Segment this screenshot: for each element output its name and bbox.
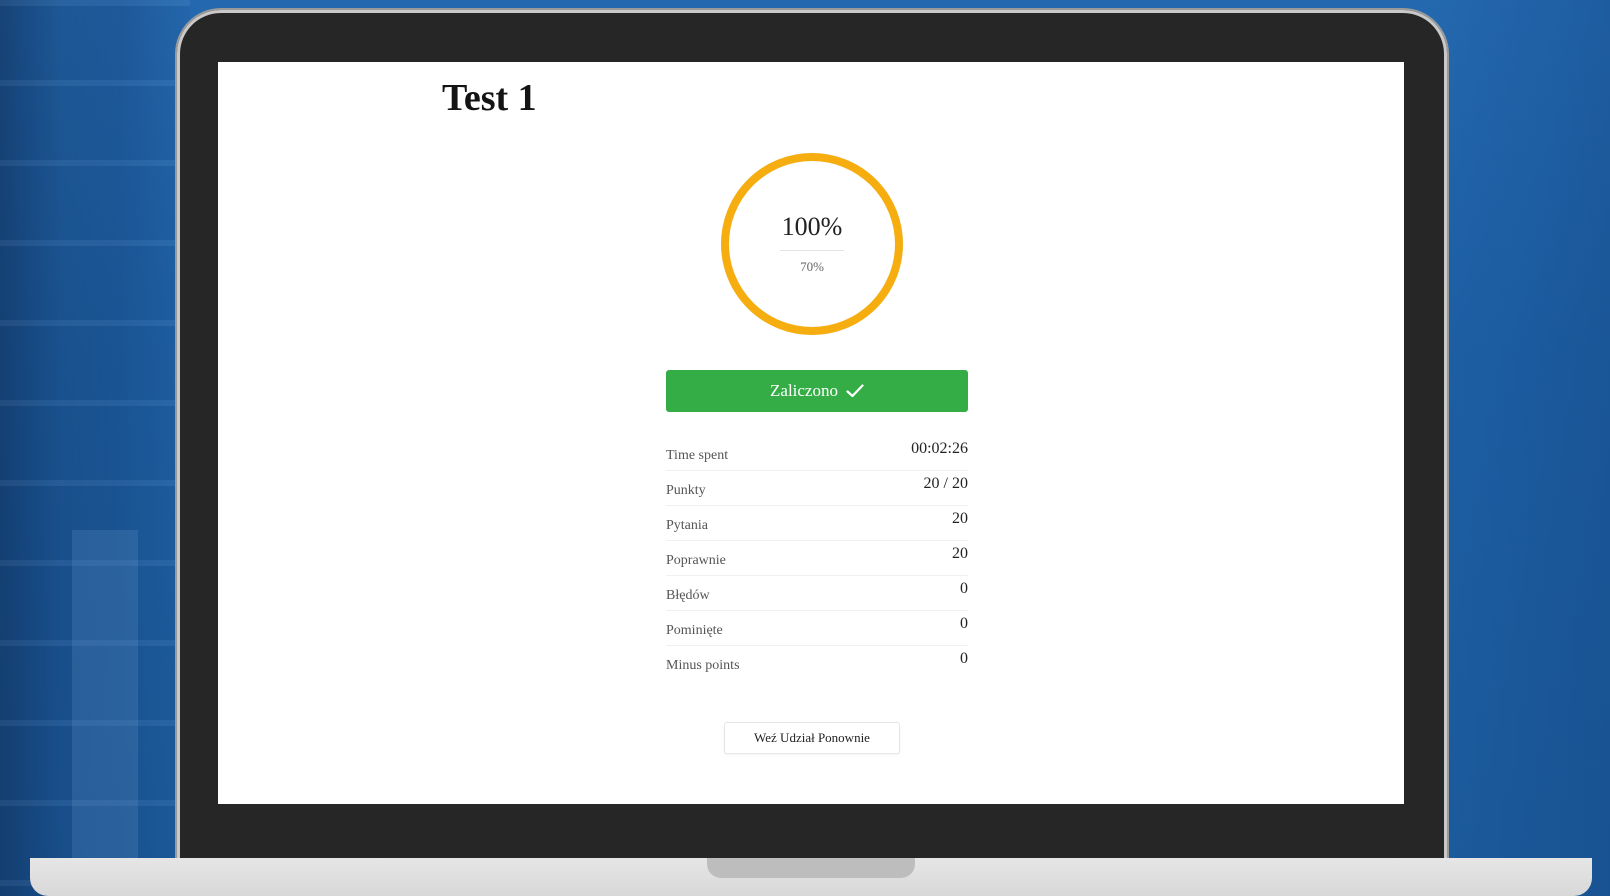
page-title: Test 1	[442, 77, 537, 119]
background-scenery-column	[72, 530, 138, 860]
score-ring	[721, 153, 903, 335]
stat-row-minus-points: Minus points 0	[666, 646, 968, 680]
stat-value: 0	[960, 615, 968, 632]
stat-label: Time spent	[666, 448, 729, 463]
status-banner: Zaliczono	[666, 370, 968, 412]
stat-label: Pytania	[666, 518, 708, 533]
stat-label: Minus points	[666, 658, 740, 673]
stat-label: Poprawnie	[666, 553, 726, 568]
stat-row-correct: Poprawnie 20	[666, 541, 968, 576]
score-divider	[780, 250, 844, 251]
stat-row-points: Punkty 20 / 20	[666, 471, 968, 506]
checkmark-icon	[846, 384, 864, 398]
stat-label: Błędów	[666, 588, 710, 603]
score-ring-progress	[721, 153, 903, 335]
retake-button[interactable]: Weź Udział Ponownie	[724, 722, 900, 754]
status-label: Zaliczono	[770, 381, 838, 400]
stats-list: Time spent 00:02:26 Punkty 20 / 20 Pytan…	[666, 436, 968, 680]
stat-row-skipped: Pominięte 0	[666, 611, 968, 646]
pass-threshold: 70%	[800, 259, 824, 274]
stat-row-time-spent: Time spent 00:02:26	[666, 436, 968, 471]
stat-value: 0	[960, 580, 968, 597]
stat-value: 20	[952, 545, 968, 562]
stat-label: Punkty	[666, 483, 706, 498]
stat-row-errors: Błędów 0	[666, 576, 968, 611]
stat-value: 20	[952, 510, 968, 527]
stat-label: Pominięte	[666, 623, 723, 638]
stat-value: 00:02:26	[911, 440, 968, 457]
background-scenery-right	[1420, 0, 1610, 896]
laptop-notch	[707, 858, 915, 878]
score-percent: 100%	[781, 212, 843, 241]
laptop-screen: Test 1 100% 70% Zaliczono Time spent 00:…	[218, 62, 1404, 804]
stat-value: 20 / 20	[923, 475, 968, 492]
stat-row-questions: Pytania 20	[666, 506, 968, 541]
stat-value: 0	[960, 650, 968, 667]
